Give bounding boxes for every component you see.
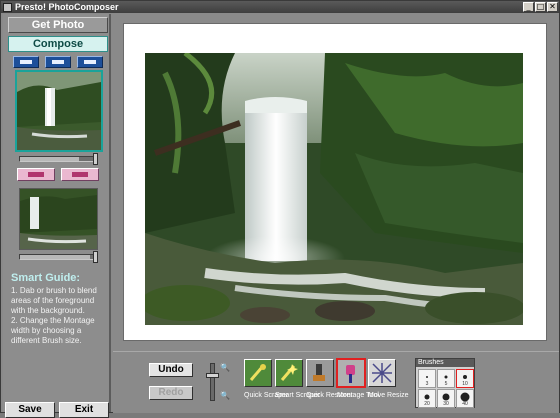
flip-icon[interactable] [61,168,99,181]
left-panel: Get Photo Compose Smart Guide: 1. Dab or… [3,14,111,418]
move-resize-icon[interactable] [368,359,396,387]
brushes-palette: Brushes 3 5 10 20 30 40 [415,358,475,408]
maximize-button[interactable]: □ [535,2,546,12]
redo-button[interactable]: Redo [149,386,193,400]
tool-label: Montage Tool [337,392,379,399]
swap-foreground-icon[interactable] [13,56,39,68]
background-thumbnail[interactable] [19,188,98,250]
tool-label: Move Resize [368,392,409,399]
brush-size-label: 3 [425,381,429,387]
foreground-slider[interactable] [19,153,98,165]
zoom-out-icon[interactable]: 🔍 [220,391,230,400]
brush-size-option[interactable]: 20 [418,389,436,408]
slider-handle[interactable] [93,251,98,263]
brush-size-option[interactable]: 5 [437,369,455,388]
app-icon [3,2,12,12]
brushes-title: Brushes [416,359,474,367]
window-title: Presto! PhotoComposer [15,2,119,12]
move-forward-icon[interactable] [17,168,55,181]
tool-label: Quick Restorer [306,392,353,399]
brush-size-option[interactable]: 30 [437,389,455,408]
exit-button[interactable]: Exit [59,402,109,418]
guide-step: 2. Change the Montage width by choosing … [11,316,95,345]
zoom-in-icon[interactable]: 🔍 [220,363,230,372]
slider-handle[interactable] [93,153,98,165]
brush-size-label: 10 [462,381,468,387]
close-button[interactable]: ✕ [547,2,558,12]
brush-grid: 3 5 10 20 30 40 [416,367,474,410]
tool-group [244,358,409,391]
foreground-thumbnail[interactable] [15,70,103,152]
brush-size-label: 30 [443,401,449,407]
undo-button[interactable]: Undo [149,363,193,377]
brush-size-option[interactable]: 3 [418,369,436,388]
guide-step: 1. Dab or brush to blend areas of the fo… [11,286,97,315]
brush-size-label: 5 [444,381,448,387]
zoom-slider-handle[interactable] [206,373,219,378]
title-bar: Presto! PhotoComposer _ □ ✕ [1,1,559,13]
smart-guide-title: Smart Guide: [11,272,81,284]
preview-icon[interactable] [77,56,103,68]
quick-scraper-icon[interactable] [244,359,272,387]
tool-label: Quick Scraper [244,392,289,399]
smart-scraper-icon[interactable] [275,359,303,387]
tool-labels: Quick Scraper Smart Scraper Quick Restor… [244,392,409,400]
montage-brush-icon[interactable] [336,358,366,388]
tool-label: Smart Scraper [275,392,321,399]
waterfall-photo[interactable] [145,53,523,325]
brush-size-option[interactable]: 40 [456,389,474,408]
minimize-button[interactable]: _ [523,2,534,12]
brush-size-label: 20 [424,401,430,407]
app-window: Presto! PhotoComposer _ □ ✕ Get Photo Co… [0,0,560,418]
brush-size-label: 40 [462,401,468,407]
brush-size-option-selected[interactable]: 10 [456,369,474,388]
save-button[interactable]: Save [5,402,55,418]
quick-restorer-icon[interactable] [306,359,334,387]
smart-guide-text: 1. Dab or brush to blend areas of the fo… [11,286,107,346]
compose-icon-row [13,56,103,68]
compose-button[interactable]: Compose [8,36,108,52]
get-photo-button[interactable]: Get Photo [8,17,108,33]
zoom-slider[interactable] [210,363,215,401]
swap-background-icon[interactable] [45,56,71,68]
background-slider[interactable] [19,251,98,263]
